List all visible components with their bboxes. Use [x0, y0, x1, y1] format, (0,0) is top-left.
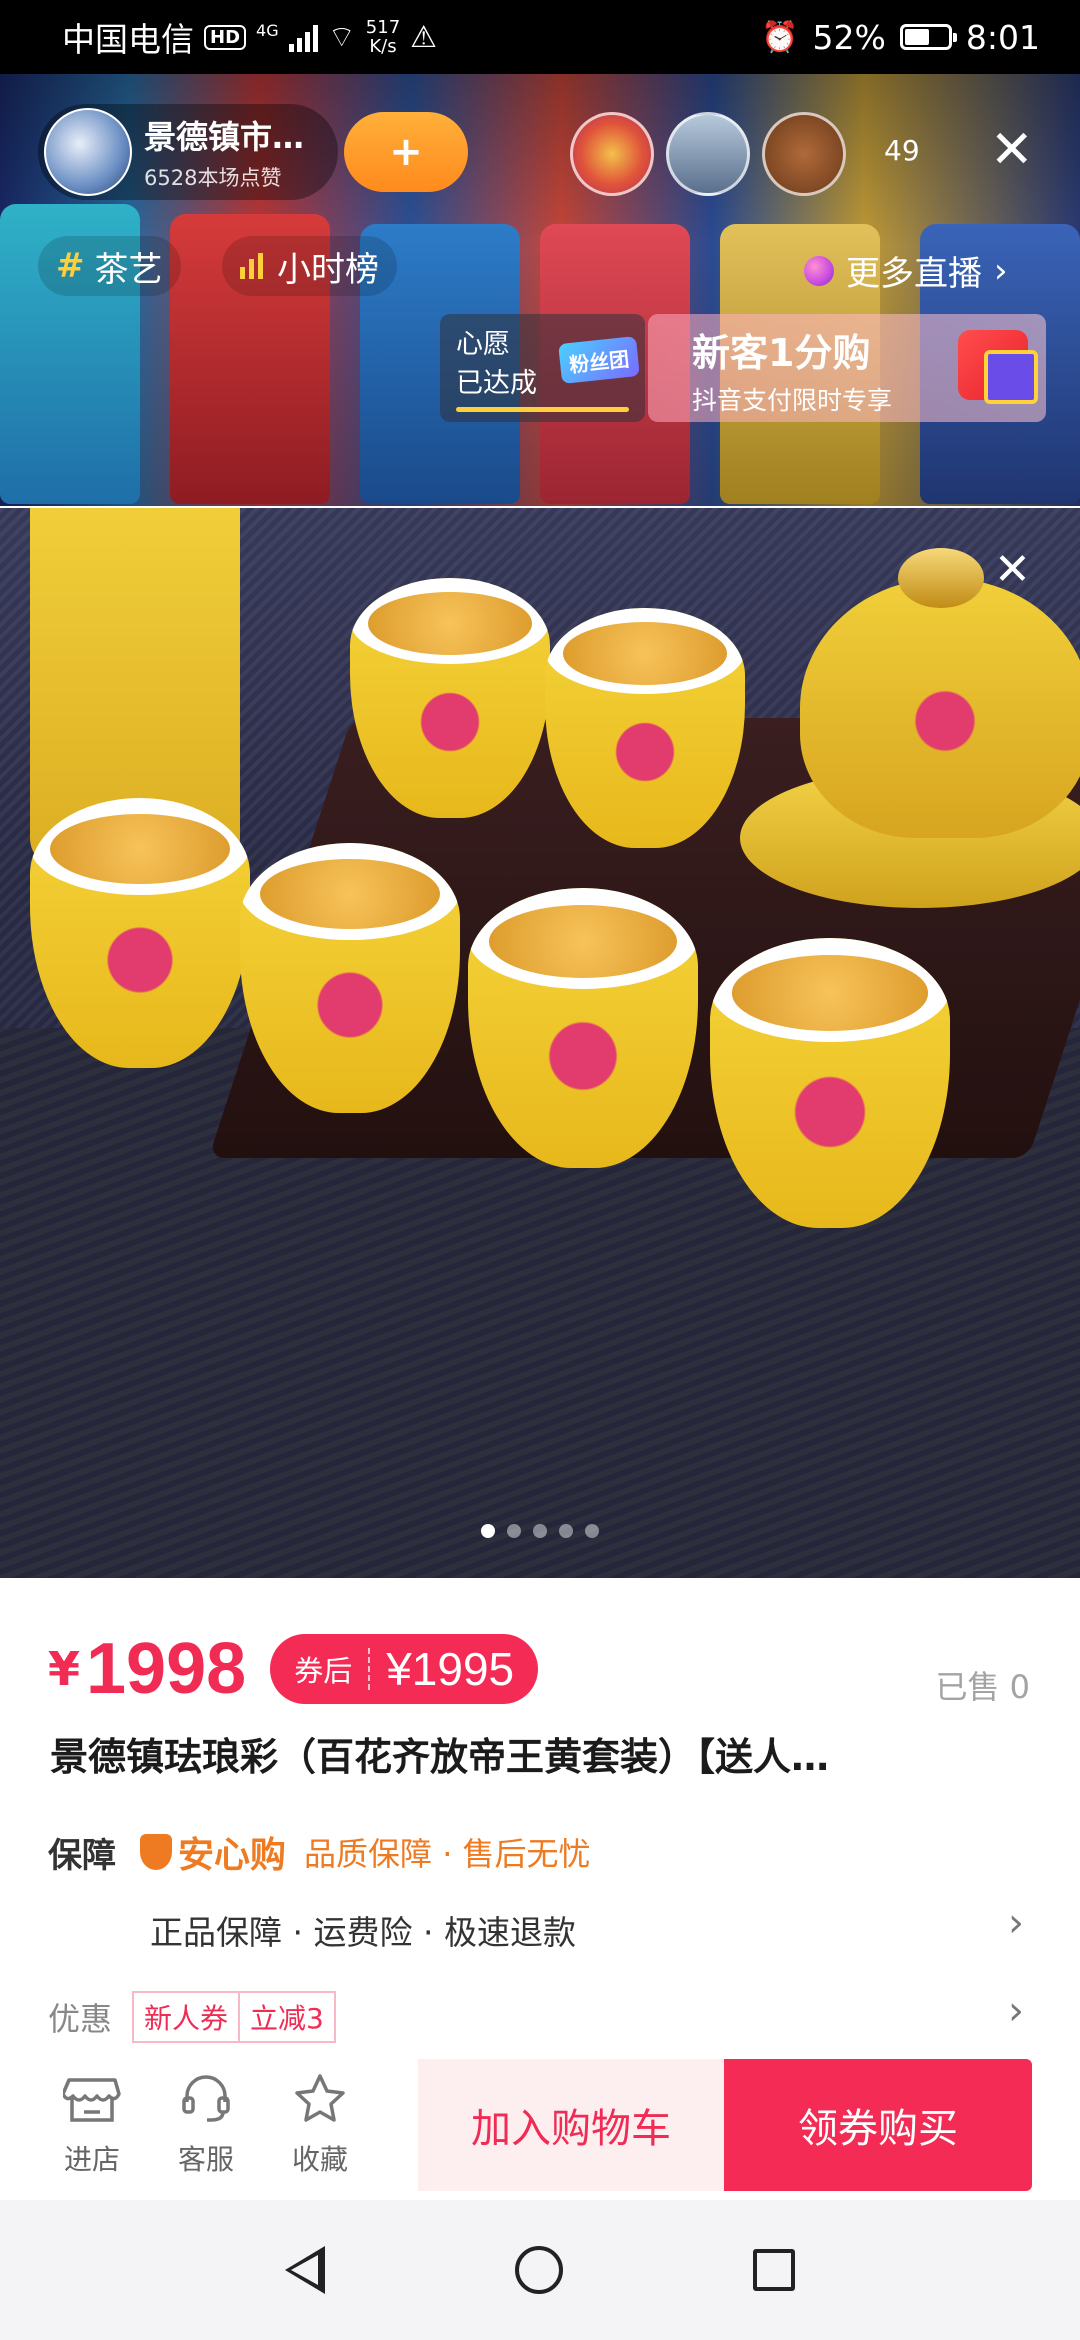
price-row: ¥ 1998 券后 ¥1995 [48, 1628, 539, 1710]
network-speed: 517 K/s [365, 17, 401, 57]
viewer-avatar[interactable] [762, 112, 846, 196]
host-info[interactable]: 景德镇市… 6528本场点赞 [38, 104, 338, 200]
battery-icon [899, 24, 957, 50]
chevron-right-icon[interactable]: › [1008, 1900, 1024, 1946]
service-label: 客服 [177, 2143, 234, 2176]
host-name: 景德镇市… [144, 118, 305, 156]
chevron-right-icon[interactable]: › [1008, 1988, 1024, 2034]
product-title[interactable]: 景德镇珐琅彩（百花齐放帝王黄套装）【送人… [50, 1726, 1010, 1781]
clock: 8:01 [965, 17, 1040, 57]
guarantee-label: 保障 [48, 1835, 116, 1876]
more-live-button[interactable]: 更多直播 › [804, 246, 1008, 295]
currency-symbol: ¥ [48, 1642, 81, 1696]
battery-percent: 52% [812, 17, 886, 57]
hashtag-icon: # [56, 246, 85, 286]
discount-label: 优惠 [48, 2000, 113, 2038]
planet-icon [804, 255, 834, 286]
guarantee-row[interactable]: 保障 安心购 品质保障 · 售后无忧 [48, 1826, 591, 1878]
gaiwan-image [800, 578, 1080, 838]
viewer-count[interactable]: 49 [884, 134, 920, 167]
carousel-indicator [0, 1524, 1080, 1538]
warning-icon: ⚠ [410, 19, 438, 55]
plus-heart-icon: + [389, 129, 423, 175]
carousel-dot[interactable] [507, 1524, 521, 1538]
discount-tag: 立减3 [240, 1991, 336, 2043]
buy-with-coupon-button[interactable]: 领券购买 [724, 2059, 1032, 2191]
host-likes: 6528本场点赞 [144, 166, 282, 190]
network-type: 4G [256, 21, 279, 40]
alarm-icon: ⏰ [761, 19, 799, 55]
store-icon [61, 2078, 121, 2122]
sold-count: 已售 0 [935, 1668, 1030, 1706]
live-stream-view[interactable]: 景德镇市… 6528本场点赞 + 49 ✕ # 茶艺 小时榜 更多直播 › 心愿… [0, 74, 1080, 506]
bars-icon [240, 253, 263, 279]
signal-icon [288, 22, 318, 52]
coupon-price: ¥1995 [386, 1643, 515, 1695]
status-bar: 中国电信 HD 4G ⌔ 517 K/s ⚠ ⏰ 52% 8:01 [0, 0, 1080, 74]
shield-icon [140, 1834, 172, 1870]
gaiwan-lid-knob [898, 548, 984, 608]
home-icon[interactable] [515, 2246, 563, 2294]
host-avatar[interactable] [44, 108, 132, 196]
follow-button[interactable]: + [344, 112, 468, 192]
carousel-dot[interactable] [559, 1524, 573, 1538]
coupon-label: 券后 [294, 1648, 371, 1690]
coupon-price-badge[interactable]: 券后 ¥1995 [270, 1634, 539, 1704]
customer-service-button[interactable]: 客服 [156, 2072, 256, 2192]
headset-icon [182, 2075, 230, 2122]
viewer-avatar[interactable] [570, 112, 654, 196]
chevron-right-icon: › [994, 250, 1008, 291]
system-nav-bar [0, 2200, 1080, 2340]
back-icon[interactable] [285, 2246, 325, 2294]
tag-label: 小时榜 [277, 249, 379, 290]
gift-icon [958, 330, 1038, 404]
close-icon[interactable]: ✕ [990, 124, 1034, 176]
wifi-icon: ⌔ [327, 20, 356, 55]
bottom-action-bar: 进店 客服 收藏 加入购物车 领券购买 [0, 2058, 1080, 2200]
fans-club-badge[interactable]: 粉丝团 [558, 336, 640, 384]
discount-tag: 新人券 [132, 1991, 241, 2043]
product-info: ¥ 1998 券后 ¥1995 已售 0 景德镇珐琅彩（百花齐放帝王黄套装）【送… [0, 1578, 1080, 2058]
new-customer-promo[interactable]: 新客1分购 抖音支付限时专享 [648, 314, 1046, 422]
store-button[interactable]: 进店 [42, 2072, 142, 2192]
tag-label: 茶艺 [94, 249, 163, 290]
star-icon [295, 2074, 345, 2122]
more-live-label: 更多直播 [846, 254, 982, 294]
store-label: 进店 [63, 2143, 120, 2176]
close-icon[interactable]: ✕ [994, 548, 1031, 592]
recent-apps-icon[interactable] [753, 2249, 795, 2291]
hd-badge: HD [204, 24, 247, 50]
guarantee-tags: 品质保障 · 售后无忧 [304, 1835, 591, 1873]
carousel-dot[interactable] [533, 1524, 547, 1538]
tag-tea-art[interactable]: # 茶艺 [38, 236, 181, 296]
discount-row[interactable]: 优惠 新人券 立减3 [48, 1988, 336, 2046]
carousel-dot[interactable] [481, 1524, 495, 1538]
add-to-cart-button[interactable]: 加入购物车 [418, 2059, 724, 2191]
price: 1998 [86, 1629, 247, 1709]
viewer-avatar[interactable] [666, 112, 750, 196]
favorite-button[interactable]: 收藏 [270, 2072, 370, 2192]
product-image-carousel[interactable]: ✕ [0, 508, 1080, 1578]
favorite-label: 收藏 [291, 2143, 348, 2176]
wish-progress [456, 407, 629, 412]
guarantee-details[interactable]: 正品保障 · 运费险 · 极速退款 [150, 1906, 576, 1954]
carrier-label: 中国电信 [62, 20, 194, 59]
anxin-label: 安心购 [178, 1835, 287, 1876]
tag-hourly-rank[interactable]: 小时榜 [222, 236, 397, 296]
carousel-dot[interactable] [585, 1524, 599, 1538]
